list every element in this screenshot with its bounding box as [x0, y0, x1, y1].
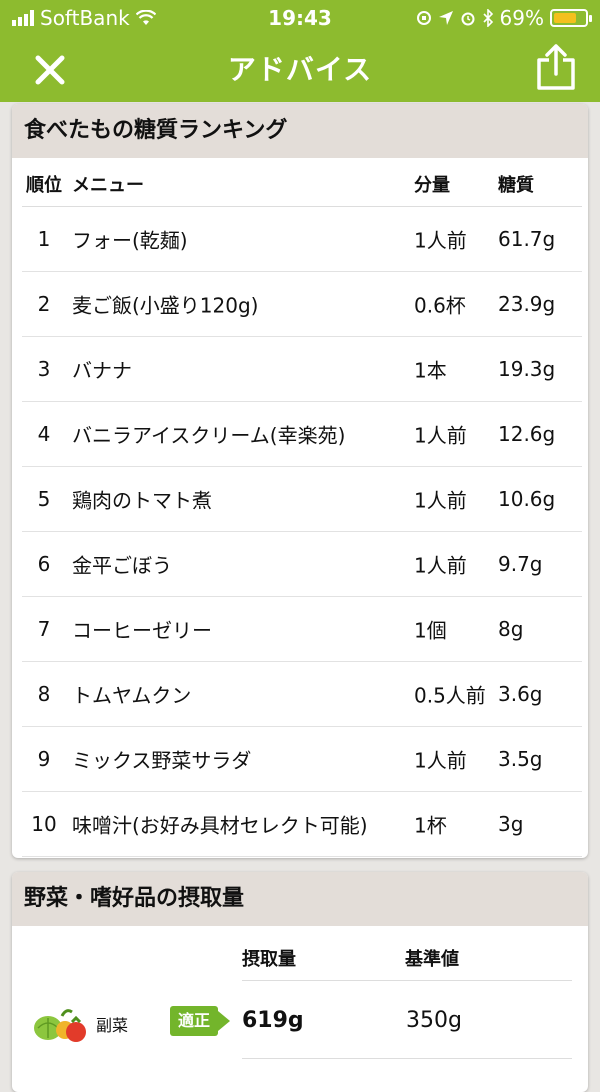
- table-row[interactable]: 5 鶏肉のトマト煮 1人前 10.6g: [22, 467, 582, 532]
- carb-value: 3g: [498, 812, 524, 836]
- status-badge: 適正: [170, 1006, 242, 1036]
- status-badge-label: 適正: [170, 1006, 218, 1036]
- header-standard: 基準値: [405, 949, 459, 970]
- amount: 1人前: [414, 748, 467, 773]
- intake-label: 副菜: [96, 1016, 129, 1035]
- menu-name: バナナ: [72, 358, 132, 383]
- ranking-title: 食べたもの糖質ランキング: [12, 104, 588, 158]
- carb-value: 9.7g: [498, 552, 543, 576]
- intake-card: 野菜・嗜好品の摂取量 摂取量 基準値 副菜 適正 619g 350g: [12, 872, 588, 1092]
- bluetooth-icon: [482, 9, 493, 27]
- amount: 1人前: [414, 228, 467, 253]
- menu-name: コーヒーゼリー: [72, 618, 212, 643]
- table-row[interactable]: 9 ミックス野菜サラダ 1人前 3.5g: [22, 727, 582, 792]
- carb-value: 8g: [498, 617, 524, 641]
- table-row[interactable]: 3 バナナ 1本 19.3g: [22, 337, 582, 402]
- rank-number: 1: [37, 227, 51, 251]
- menu-name: 麦ご飯(小盛り120g): [72, 293, 259, 318]
- share-icon[interactable]: [534, 42, 578, 92]
- amount: 1杯: [414, 813, 447, 838]
- header-amount: 分量: [414, 175, 450, 196]
- carb-value: 12.6g: [498, 422, 556, 446]
- carb-value: 23.9g: [498, 292, 556, 316]
- amount: 0.6杯: [414, 293, 466, 318]
- carb-value: 3.6g: [498, 682, 543, 706]
- carb-ranking-card: 食べたもの糖質ランキング 順位 メニュー 分量 糖質 1 フォー(乾麺) 1人前 61…: [12, 104, 588, 858]
- amount: 1人前: [414, 488, 467, 513]
- menu-name: 味噌汁(お好み具材セレクト可能): [72, 813, 368, 838]
- rank-number: 4: [37, 422, 51, 446]
- amount: 1人前: [414, 423, 467, 448]
- carb-value: 3.5g: [498, 747, 543, 771]
- table-row[interactable]: 7 コーヒーゼリー 1個 8g: [22, 597, 582, 662]
- amount: 1本: [414, 358, 447, 383]
- carb-value: 61.7g: [498, 227, 556, 251]
- header-rank: 順位: [26, 175, 62, 196]
- alarm-icon: [461, 12, 475, 26]
- header-intake-amount: 摂取量: [242, 949, 296, 970]
- amount: 1個: [414, 618, 447, 643]
- status-bar: SoftBank 19:43 69%: [0, 0, 600, 36]
- table-row[interactable]: 4 バニラアイスクリーム(幸楽苑) 1人前 12.6g: [22, 402, 582, 467]
- menu-name: トムヤムクン: [72, 683, 192, 708]
- page-title: アドバイス: [227, 53, 373, 86]
- ranking-table: 順位 メニュー 分量 糖質 1 フォー(乾麺) 1人前 61.7g 2 麦ご飯(小盛り12…: [22, 162, 582, 857]
- rank-number: 10: [31, 812, 57, 836]
- menu-name: フォー(乾麺): [72, 228, 188, 253]
- rank-number: 3: [37, 357, 51, 381]
- vegetables-icon: [34, 1009, 86, 1042]
- header-carb: 糖質: [498, 175, 534, 196]
- intake-title: 野菜・嗜好品の摂取量: [12, 872, 588, 926]
- amount: 0.5人前: [414, 683, 486, 708]
- rank-number: 5: [37, 487, 51, 511]
- rank-number: 8: [37, 682, 51, 706]
- table-row[interactable]: 8 トムヤムクン 0.5人前 3.6g: [22, 662, 582, 727]
- ranking-table-header: 順位 メニュー 分量 糖質: [22, 162, 582, 207]
- table-row[interactable]: 6 金平ごぼう 1人前 9.7g: [22, 532, 582, 597]
- intake-table-header: 摂取量 基準値: [242, 936, 572, 981]
- rank-number: 2: [37, 292, 51, 316]
- top-bar: SoftBank 19:43 69% アドバイス: [0, 0, 600, 102]
- standard-value: 350g: [406, 1008, 462, 1033]
- rank-number: 9: [37, 747, 51, 771]
- menu-name: 金平ごぼう: [72, 553, 172, 578]
- location-icon: [438, 11, 453, 25]
- intake-value: 619g: [242, 1008, 304, 1033]
- status-right: 69%: [416, 6, 592, 30]
- table-row[interactable]: 10 味噌汁(お好み具材セレクト可能) 1杯 3g: [22, 792, 582, 857]
- header-menu: メニュー: [72, 175, 144, 196]
- rank-number: 6: [37, 552, 51, 576]
- menu-name: ミックス野菜サラダ: [72, 748, 252, 773]
- nav-bar: アドバイス: [0, 36, 600, 102]
- carb-value: 10.6g: [498, 487, 556, 511]
- table-row[interactable]: 2 麦ご飯(小盛り120g) 0.6杯 23.9g: [22, 272, 582, 337]
- rank-number: 7: [37, 617, 51, 641]
- rotation-lock-icon: [416, 11, 431, 25]
- battery-percent: 69%: [499, 6, 544, 30]
- table-row[interactable]: 1 フォー(乾麺) 1人前 61.7g: [22, 207, 582, 272]
- carb-value: 19.3g: [498, 357, 556, 381]
- battery-icon: [550, 9, 592, 27]
- menu-name: 鶏肉のトマト煮: [72, 488, 212, 513]
- amount: 1人前: [414, 553, 467, 578]
- intake-row-side-dish[interactable]: 副菜 適正 619g 350g: [12, 980, 588, 1060]
- menu-name: バニラアイスクリーム(幸楽苑): [72, 423, 346, 448]
